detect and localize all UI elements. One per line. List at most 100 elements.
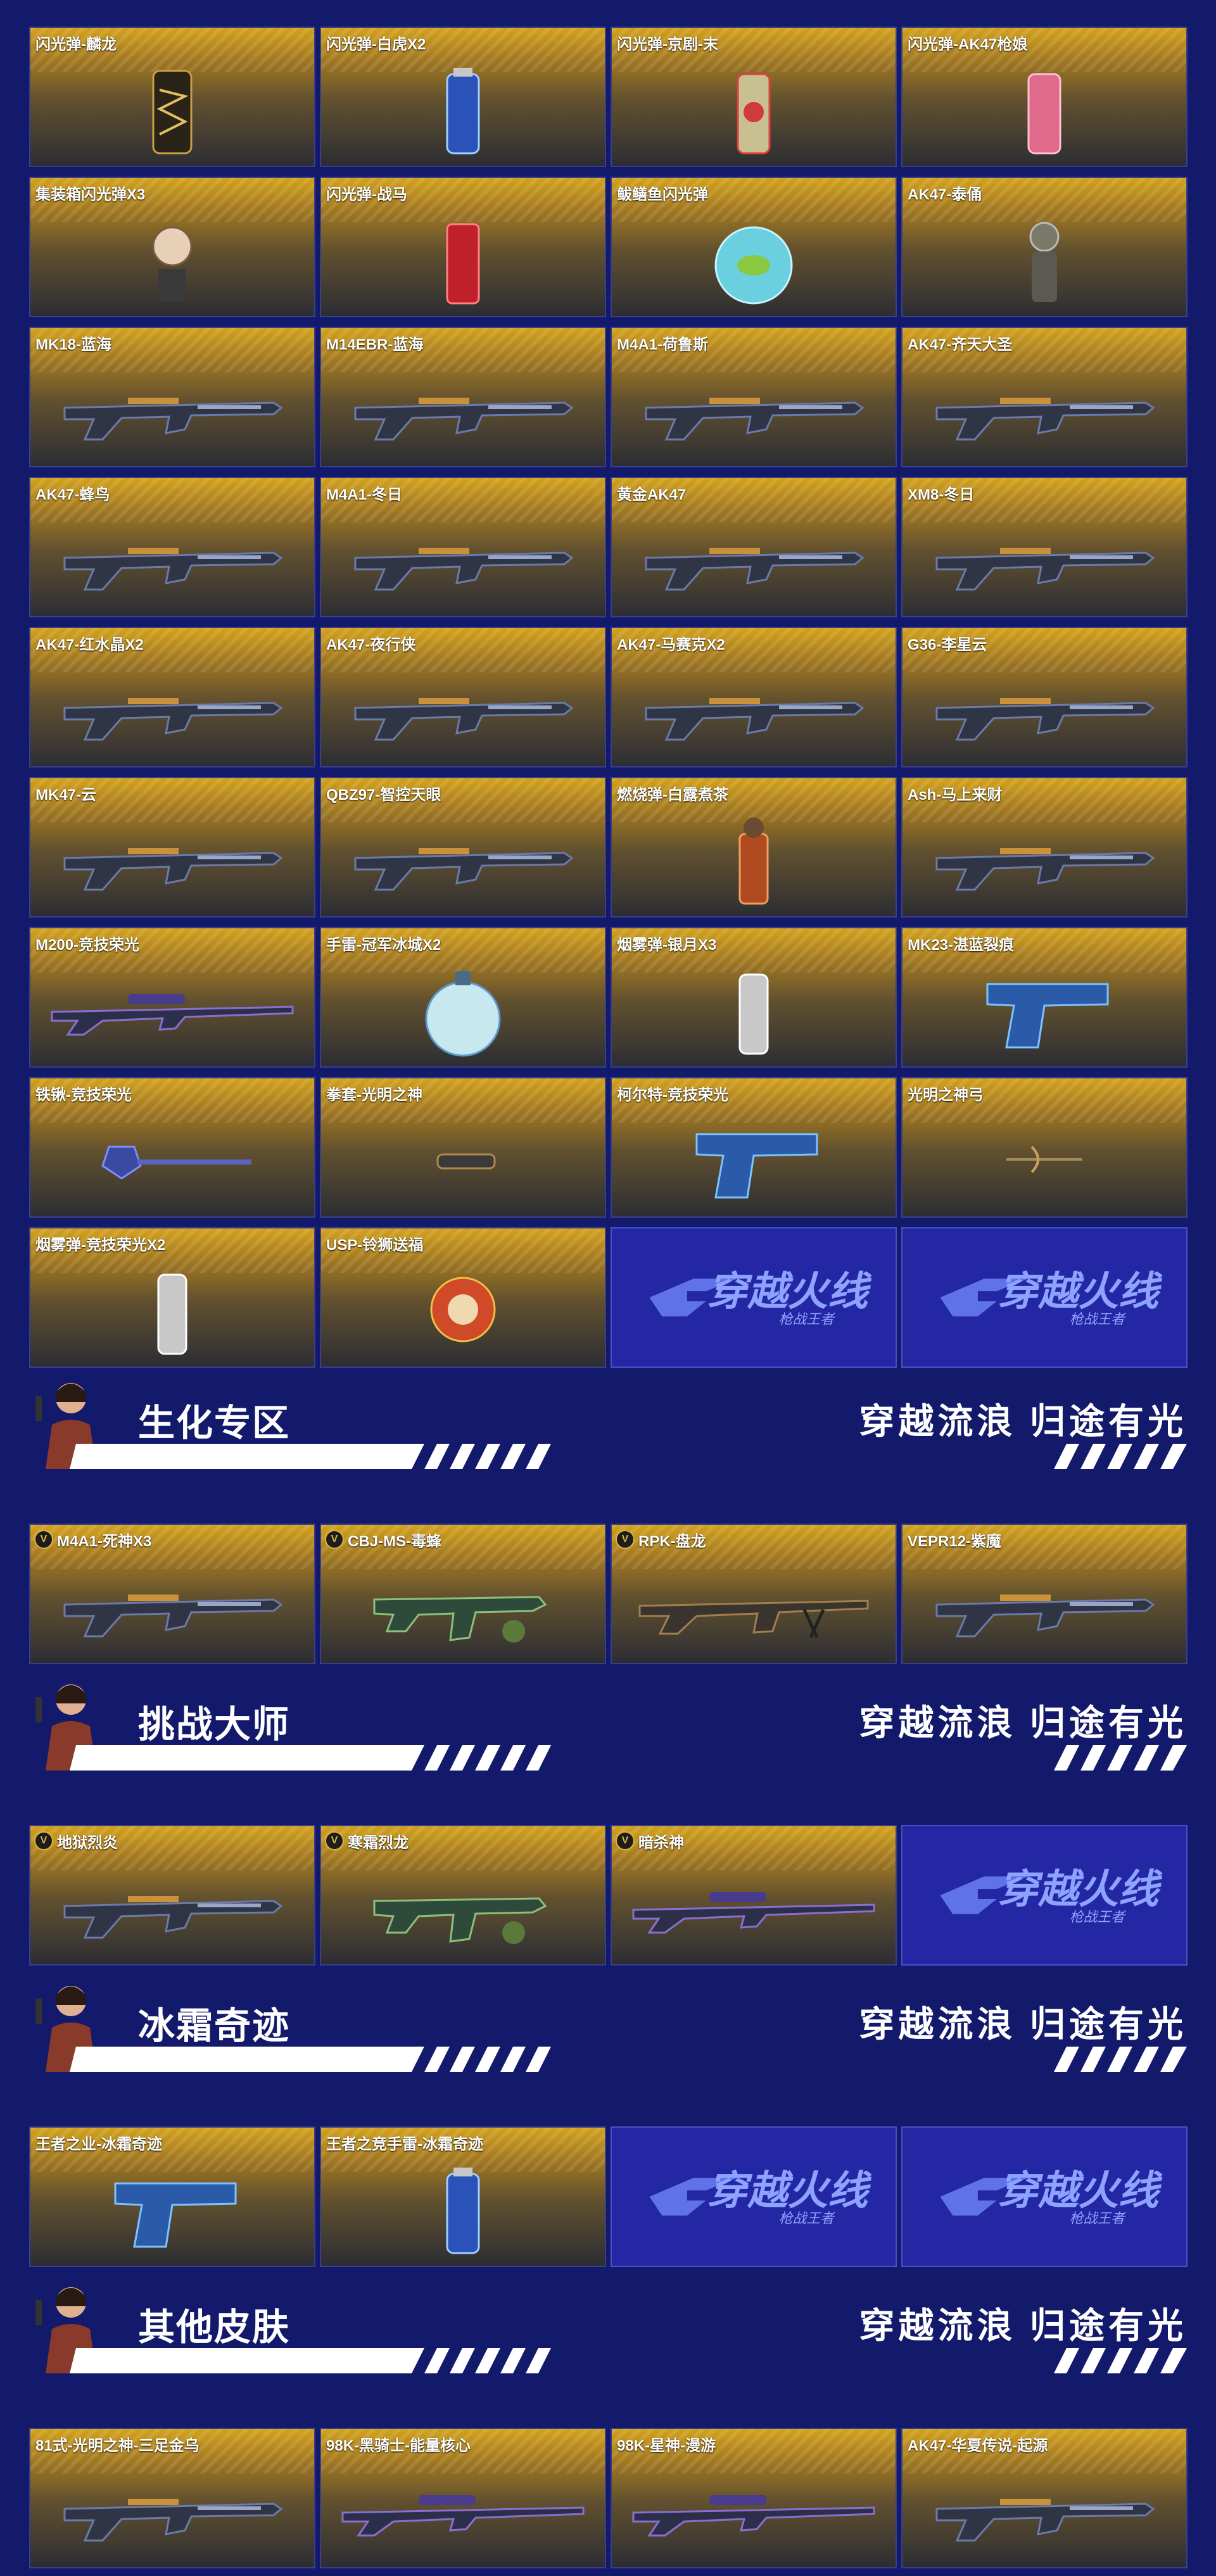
item-card[interactable]: Ash-马上来财	[901, 777, 1188, 918]
logo-card[interactable]: 穿越火线 枪战王者	[901, 1825, 1188, 1966]
item-name: 闪光弹-麟龙	[35, 36, 117, 53]
item-name: M14EBR-蓝海	[326, 336, 424, 353]
item-name: AK47-泰俑	[908, 186, 982, 203]
item-card[interactable]: M4A1-冬日	[320, 477, 606, 617]
rifle-icon	[902, 508, 1186, 610]
rifle-icon	[30, 809, 314, 910]
item-card[interactable]: 烟雾弹-竞技荣光X2	[29, 1227, 315, 1368]
item-card[interactable]: 闪光弹-战马	[320, 177, 606, 317]
section-header-frost: 冰霜奇迹 穿越流浪 归途有光	[29, 1968, 1187, 2082]
bow-icon	[902, 1109, 1186, 1210]
item-card[interactable]: AK47-泰俑	[901, 177, 1188, 317]
sniper-icon	[612, 2459, 896, 2561]
item-card[interactable]: 王者之业-冰霜奇迹	[29, 2126, 315, 2267]
item-card[interactable]: M200-竞技荣光	[29, 927, 315, 1068]
game-logo-icon: 穿越火线枪战王者	[940, 2169, 1163, 2226]
title-underline-bar	[70, 1745, 551, 1771]
item-card[interactable]: AK47-蜂鸟	[29, 477, 315, 617]
item-card[interactable]: MK47-云	[29, 777, 315, 918]
item-name: 烟雾弹-竞技荣光X2	[35, 1237, 166, 1254]
item-card[interactable]: M4A1-荷鲁斯	[611, 327, 897, 467]
smg-icon	[321, 1555, 605, 1657]
item-grid-frost: 王者之业-冰霜奇迹 王者之竞手雷-冰霜奇迹穿越火线 枪战王者 穿越火线 枪战王者	[29, 2126, 1188, 2267]
item-grid-main: 闪光弹-麟龙 闪光弹-白虎X2 闪光弹-京剧-末 闪光弹-AK47枪娘集装箱闪光弹X3…	[29, 27, 1188, 1368]
rifle-icon	[321, 508, 605, 610]
item-card[interactable]: 燃烧弹-白露煮茶	[611, 777, 897, 918]
rifle-icon	[902, 809, 1186, 910]
item-card[interactable]: USP-铃狮送福	[320, 1227, 606, 1368]
rifle-icon	[30, 2459, 314, 2561]
item-card[interactable]: MK23-湛蓝裂痕	[901, 927, 1188, 1068]
item-name: AK47-马赛克X2	[617, 636, 725, 653]
grenade-can-icon	[321, 58, 605, 160]
item-name: M4A1-荷鲁斯	[617, 336, 709, 353]
item-name: 闪光弹-AK47枪娘	[908, 36, 1028, 53]
item-card[interactable]: V M4A1-死神X3	[29, 1524, 315, 1664]
rifle-icon	[30, 1857, 314, 1958]
item-name: 98K-黑骑士-能量核心	[326, 2437, 471, 2454]
item-card[interactable]: 烟雾弹-银月X3	[611, 927, 897, 1068]
item-name: 鲅鳝鱼闪光弹	[617, 186, 708, 203]
logo-card[interactable]: 穿越火线 枪战王者	[611, 2126, 897, 2267]
smoke-canister-icon	[30, 1259, 314, 1360]
item-card[interactable]: AK47-红水晶X2	[29, 627, 315, 767]
item-card[interactable]: XM8-冬日	[901, 477, 1188, 617]
item-card[interactable]: AK47-齐天大圣	[901, 327, 1188, 467]
item-card[interactable]: 黄金AK47	[611, 477, 897, 617]
item-card[interactable]: 闪光弹-白虎X2	[320, 27, 606, 167]
logo-card[interactable]: 穿越火线 枪战王者	[901, 2126, 1188, 2267]
item-card[interactable]: 闪光弹-麟龙	[29, 27, 315, 167]
item-card[interactable]: AK47-华夏传说-起源	[901, 2428, 1188, 2568]
grenade-opera-icon	[612, 58, 896, 160]
item-name: USP-铃狮送福	[326, 1237, 424, 1254]
logo-sub-text: 枪战王者	[1070, 2211, 1126, 2226]
item-card[interactable]: 王者之竞手雷-冰霜奇迹	[320, 2126, 606, 2267]
item-card[interactable]: G36-李星云	[901, 627, 1188, 767]
grenade-dragon-icon	[30, 58, 314, 160]
item-name: AK47-夜行侠	[326, 636, 416, 653]
item-card[interactable]: 铁锹-竞技荣光	[29, 1077, 315, 1218]
item-name: MK47-云	[35, 786, 97, 804]
logo-card[interactable]: 穿越火线 枪战王者	[901, 1227, 1188, 1368]
item-name: RPK-盘龙	[638, 1533, 706, 1550]
item-name: G36-李星云	[908, 636, 987, 653]
item-card[interactable]: M14EBR-蓝海	[320, 327, 606, 467]
rifle-icon	[902, 1555, 1186, 1657]
rifle-icon	[612, 508, 896, 610]
item-card[interactable]: 拳套-光明之神	[320, 1077, 606, 1218]
rifle-icon	[902, 2459, 1186, 2561]
pistol-icon	[902, 959, 1186, 1060]
item-card[interactable]: 集装箱闪光弹X3	[29, 177, 315, 317]
item-name: AK47-齐天大圣	[908, 336, 1013, 353]
item-name: AK47-华夏传说-起源	[908, 2437, 1048, 2454]
item-card[interactable]: 98K-星神-漫游	[611, 2428, 897, 2568]
item-card[interactable]: V RPK-盘龙	[611, 1524, 897, 1664]
rifle-icon	[321, 659, 605, 760]
item-card[interactable]: MK18-蓝海	[29, 327, 315, 467]
rifle-icon	[321, 358, 605, 460]
item-card[interactable]: 98K-黑骑士-能量核心	[320, 2428, 606, 2568]
item-card[interactable]: QBZ97-智控天眼	[320, 777, 606, 918]
section-header-other-skins: 其他皮肤 穿越流浪 归途有光	[29, 2270, 1187, 2383]
item-card[interactable]: V 地狱烈炎	[29, 1825, 315, 1966]
item-card[interactable]: 闪光弹-京剧-末	[611, 27, 897, 167]
item-card[interactable]: VEPR12-紫魔	[901, 1524, 1188, 1664]
section-slogan: 穿越流浪 归途有光	[859, 2004, 1187, 2044]
item-card[interactable]: V CBJ-MS-毒蜂	[320, 1524, 606, 1664]
item-card[interactable]: AK47-马赛克X2	[611, 627, 897, 767]
item-card[interactable]: 闪光弹-AK47枪娘	[901, 27, 1188, 167]
item-card[interactable]: 柯尔特-竞技荣光	[611, 1077, 897, 1218]
item-name: 王者之竞手雷-冰霜奇迹	[326, 2136, 483, 2153]
item-card[interactable]: V 暗杀神	[611, 1825, 897, 1966]
item-card[interactable]: V 寒霜烈龙	[320, 1825, 606, 1966]
item-card[interactable]: 手雷-冠军冰城X2	[320, 927, 606, 1068]
game-logo-icon: 穿越火线枪战王者	[649, 2169, 872, 2226]
item-name: Ash-马上来财	[908, 786, 1003, 804]
item-card[interactable]: 光明之神弓	[901, 1077, 1188, 1218]
item-card[interactable]: 鲅鳝鱼闪光弹	[611, 177, 897, 317]
item-name: 王者之业-冰霜奇迹	[35, 2136, 162, 2153]
logo-card[interactable]: 穿越火线 枪战王者	[611, 1227, 897, 1368]
item-card[interactable]: 81式-光明之神-三足金乌	[29, 2428, 315, 2568]
item-card[interactable]: AK47-夜行侠	[320, 627, 606, 767]
title-underline-bar	[70, 2047, 551, 2072]
